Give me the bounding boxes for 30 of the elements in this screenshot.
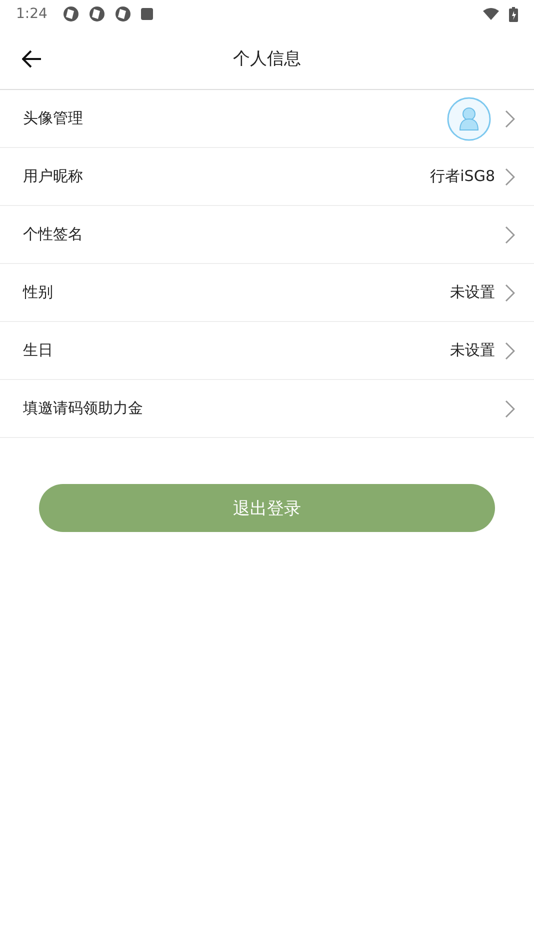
chevron-right-icon (505, 342, 515, 360)
row-value: 未设置 (450, 341, 495, 360)
status-time: 1:24 (16, 6, 48, 22)
row-label: 填邀请码领助力金 (23, 399, 144, 418)
settings-row[interactable]: 性别 未设置 (0, 264, 534, 322)
chevron-right-icon (505, 168, 515, 186)
chevron-right-icon (505, 400, 515, 418)
row-label: 个性签名 (23, 225, 84, 244)
row-value: 未设置 (450, 283, 495, 302)
row-value: 行者iSG8 (430, 167, 495, 186)
chevron-right-icon (505, 284, 515, 302)
settings-row[interactable]: 填邀请码领助力金 (0, 380, 534, 438)
keyboard-icon (141, 8, 154, 20)
settings-row[interactable]: 个性签名 (0, 206, 534, 264)
row-label: 生日 (23, 341, 54, 360)
row-label: 性别 (23, 283, 54, 302)
aperture-icon (89, 6, 106, 22)
row-label: 用户昵称 (23, 167, 84, 186)
battery-icon (509, 6, 518, 22)
settings-row[interactable]: 头像管理 (0, 90, 534, 148)
chevron-right-icon (505, 226, 515, 244)
aperture-icon (63, 6, 80, 22)
settings-row[interactable]: 用户昵称 行者iSG8 (0, 148, 534, 206)
page-title: 个人信息 (233, 48, 301, 70)
row-label: 头像管理 (23, 109, 84, 128)
chevron-right-icon (505, 110, 515, 128)
wifi-icon (483, 8, 499, 20)
avatar-icon (447, 96, 491, 140)
settings-row[interactable]: 生日 未设置 (0, 322, 534, 380)
aperture-icon (115, 6, 132, 22)
